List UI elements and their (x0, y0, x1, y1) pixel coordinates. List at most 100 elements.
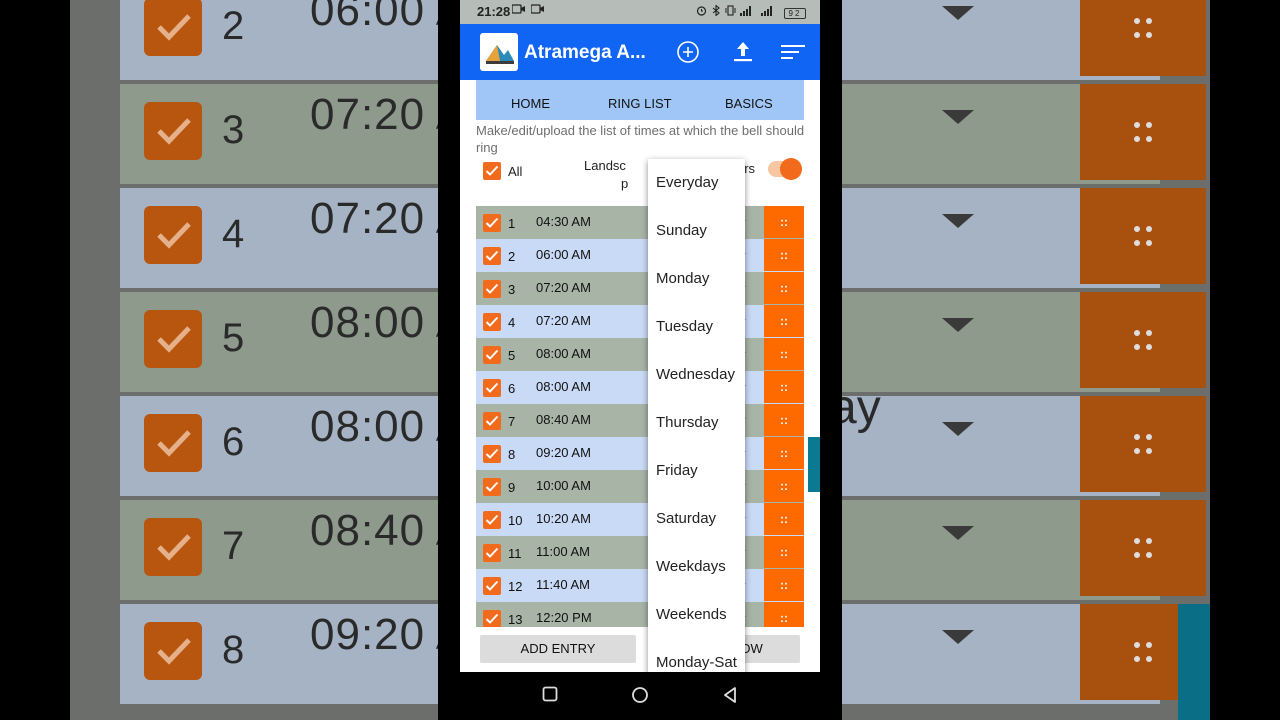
drag-handle-icon[interactable]: :: (764, 239, 804, 271)
chevron-down-icon (942, 110, 974, 124)
video-icon (511, 4, 525, 14)
sort-icon[interactable] (779, 38, 807, 66)
ring-entry-row: 6 08:00 AM:: (476, 371, 804, 404)
ring-list: 1 04:30 AM:: 2 06:00 AM:: 3 07:20 AM:: 4 07:20 … (476, 206, 804, 627)
drag-handle-icon[interactable]: :: (764, 602, 804, 627)
upload-icon[interactable] (729, 38, 757, 66)
entry-number: 7 (508, 414, 516, 429)
drag-handle-icon[interactable]: :: (764, 437, 804, 469)
entry-checkbox[interactable] (483, 577, 501, 595)
phone-device: 21:28 92 Atramega A... HOME RING LIST BA… (438, 0, 842, 720)
entry-checkbox[interactable] (483, 247, 501, 265)
background-number: 7 (222, 524, 245, 568)
drag-handle-icon[interactable]: :: (764, 404, 804, 436)
scroll-indicator[interactable] (808, 437, 820, 492)
entry-checkbox[interactable] (483, 346, 501, 364)
entry-time[interactable]: 12:20 PM (536, 610, 592, 625)
menu-item-day[interactable]: Thursday (656, 414, 719, 431)
entry-time[interactable]: 07:20 AM (536, 313, 591, 328)
entry-checkbox[interactable] (483, 511, 501, 529)
background-number: 5 (222, 316, 245, 360)
entry-time[interactable]: 08:00 AM (536, 346, 591, 361)
entry-time[interactable]: 11:00 AM (536, 544, 590, 559)
entry-time[interactable]: 09:20 AM (536, 445, 591, 460)
entry-checkbox[interactable] (483, 379, 501, 397)
drag-handle-icon[interactable]: :: (764, 569, 804, 601)
ring-entry-row: 3 07:20 AM:: (476, 272, 804, 305)
entry-checkbox[interactable] (483, 412, 501, 430)
drag-handle-icon[interactable]: :: (764, 206, 804, 238)
menu-item-day[interactable]: Sunday (656, 222, 707, 239)
bluetooth-icon (712, 4, 720, 17)
tab-basics[interactable]: BASICS (725, 96, 773, 111)
entry-time[interactable]: 07:20 AM (536, 280, 591, 295)
entry-number: 11 (508, 546, 522, 561)
app-bar: Atramega A... (460, 24, 820, 80)
back-icon[interactable] (722, 686, 738, 704)
entry-number: 12 (508, 579, 523, 594)
menu-item-day[interactable]: Wednesday (656, 366, 735, 383)
drag-handle-icon[interactable]: :: (764, 371, 804, 403)
entry-checkbox[interactable] (483, 445, 501, 463)
chevron-down-icon (942, 630, 974, 644)
background-scroll-indicator (1178, 604, 1210, 720)
chevron-down-icon (942, 318, 974, 332)
drag-handle-icon[interactable]: :: (764, 305, 804, 337)
status-time: 21:28 (477, 4, 511, 19)
system-icons: 92 (696, 4, 806, 19)
entry-time[interactable]: 11:40 AM (536, 577, 590, 592)
drag-handle-icon[interactable]: :: (764, 272, 804, 304)
app-screen: 21:28 92 Atramega A... HOME RING LIST BA… (460, 0, 820, 672)
select-all-checkbox[interactable] (483, 162, 501, 180)
add-circle-icon[interactable] (674, 38, 702, 66)
drag-handle-icon (1080, 396, 1206, 492)
hour-format-toggle[interactable] (768, 158, 802, 180)
menu-item-day[interactable]: Weekdays (656, 558, 726, 575)
tab-home[interactable]: HOME (511, 96, 550, 111)
ring-entry-row: 8 09:20 AM:: (476, 437, 804, 470)
day-dropdown-menu: Everyday Sunday Monday Tuesday Wednesday Thur… (648, 159, 745, 672)
signal-icon (761, 6, 773, 16)
ring-entry-row: 11 11:00 AM:: (476, 536, 804, 569)
drag-handle-icon[interactable]: :: (764, 503, 804, 535)
background-number: 3 (222, 108, 245, 152)
home-icon[interactable] (631, 686, 649, 704)
toggle-knob (780, 158, 802, 180)
entry-checkbox[interactable] (483, 478, 501, 496)
entry-checkbox[interactable] (483, 610, 501, 627)
signal-icon (740, 6, 752, 16)
app-logo (480, 33, 518, 71)
menu-item-day[interactable]: Tuesday (656, 318, 713, 335)
drag-handle-icon[interactable]: :: (764, 338, 804, 370)
add-entry-button[interactable]: ADD ENTRY (480, 635, 636, 663)
menu-item-day[interactable]: Friday (656, 462, 698, 479)
entry-checkbox[interactable] (483, 214, 501, 232)
entry-time[interactable]: 08:00 AM (536, 379, 591, 394)
entry-time[interactable]: 06:00 AM (536, 247, 591, 262)
ring-entry-row: 2 06:00 AM:: (476, 239, 804, 272)
landscape-label: Landsc (584, 158, 626, 173)
entry-number: 3 (508, 282, 516, 297)
ring-entry-row: 1 04:30 AM:: (476, 206, 804, 239)
tab-ring-list[interactable]: RING LIST (608, 96, 672, 111)
entry-checkbox[interactable] (483, 280, 501, 298)
entry-time[interactable]: 10:00 AM (536, 478, 591, 493)
drag-handle-icon (1080, 0, 1206, 76)
entry-checkbox[interactable] (483, 313, 501, 331)
menu-item-day[interactable]: Saturday (656, 510, 716, 527)
menu-item-day[interactable]: Monday (656, 270, 709, 287)
entry-time[interactable]: 08:40 AM (536, 412, 591, 427)
chevron-down-icon (942, 422, 974, 436)
menu-item-day[interactable]: Weekends (656, 606, 727, 623)
notification-icons (511, 4, 545, 17)
menu-item-day[interactable]: Monday-Sat (656, 654, 737, 671)
recents-icon[interactable] (542, 686, 558, 702)
menu-item-day[interactable]: Everyday (656, 174, 719, 191)
select-all-label: All (508, 164, 523, 179)
entry-time[interactable]: 10:20 AM (536, 511, 591, 526)
entry-checkbox[interactable] (483, 544, 501, 562)
entry-time[interactable]: 04:30 AM (536, 214, 591, 229)
screen-recording-frame: 2 06:00 A 3 07:20 A 4 07:20 A 5 08:00 A 6 08:00 A… (0, 0, 1280, 720)
drag-handle-icon[interactable]: :: (764, 536, 804, 568)
drag-handle-icon[interactable]: :: (764, 470, 804, 502)
